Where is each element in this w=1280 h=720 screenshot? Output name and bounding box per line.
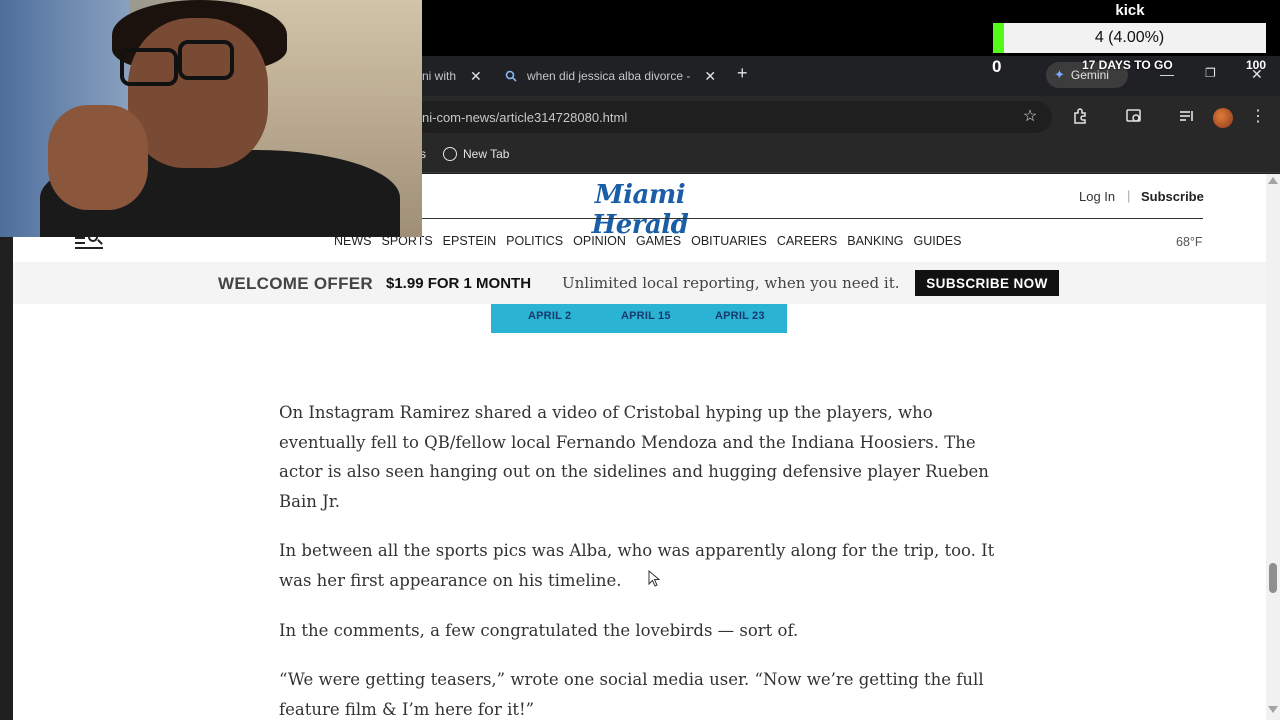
media-icon[interactable] (1177, 107, 1197, 127)
article-body: On Instagram Ramirez shared a video of C… (279, 398, 1009, 720)
nav-opinion[interactable]: OPINION (573, 234, 626, 248)
ad-date: APRIL 15 (621, 310, 671, 322)
section-nav: NEWS SPORTS EPSTEIN POLITICS OPINION GAM… (334, 234, 961, 248)
lens-icon[interactable] (1124, 107, 1144, 127)
sub-goal-min: 0 (992, 57, 1002, 76)
offer-title: WELCOME OFFER (218, 274, 373, 293)
nav-careers[interactable]: CAREERS (777, 234, 837, 248)
profile-avatar[interactable] (1213, 108, 1233, 128)
mouse-cursor-icon (648, 570, 661, 587)
tab-title: ni with (422, 69, 457, 83)
article-paragraph: In the comments, a few congratulated the… (279, 620, 799, 640)
gemini-icon: ✦ (1054, 67, 1065, 82)
tab-title: when did jessica alba divorce - (527, 69, 691, 83)
sub-goal-days-left: 17 DAYS TO GO (1082, 58, 1173, 72)
search-icon (505, 70, 517, 82)
header-divider (422, 218, 1203, 219)
article-paragraph: In between all the sports pics was Alba,… (279, 541, 995, 590)
extensions-icon[interactable] (1071, 107, 1091, 127)
subscribe-now-button[interactable]: SUBSCRIBE NOW (915, 270, 1059, 296)
nav-games[interactable]: GAMES (636, 234, 681, 248)
login-link[interactable]: Log In (1079, 189, 1115, 204)
star-icon[interactable]: ☆ (1020, 107, 1040, 127)
nav-obituaries[interactable]: OBITUARIES (691, 234, 767, 248)
subscribe-link[interactable]: Subscribe (1141, 189, 1204, 204)
tab-miami-herald[interactable]: ni with ✕ (422, 62, 482, 90)
page-scrollbar[interactable] (1266, 174, 1280, 720)
sub-goal-progress: 4 (4.00%) (1094, 29, 1165, 46)
restore-button[interactable]: ❐ (1205, 66, 1216, 80)
more-icon[interactable]: ⋮ (1248, 107, 1268, 127)
bookmark-new-tab[interactable]: New Tab (443, 147, 509, 161)
article-paragraph: “We were getting teasers,” wrote one soc… (279, 670, 984, 719)
ad-date: APRIL 2 (528, 310, 572, 322)
advertisement[interactable]: APRIL 2 APRIL 15 APRIL 23 (491, 304, 787, 333)
tab-search[interactable]: when did jessica alba divorce - ✕ (505, 62, 716, 90)
weather-temperature[interactable]: 68°F (1176, 235, 1203, 249)
nav-epstein[interactable]: EPSTEIN (443, 234, 497, 248)
nav-guides[interactable]: GUIDES (914, 234, 962, 248)
nav-banking[interactable]: BANKING (847, 234, 903, 248)
webcam-overlay (0, 0, 422, 237)
article-paragraph: On Instagram Ramirez shared a video of C… (279, 403, 989, 511)
scroll-up-icon[interactable] (1268, 177, 1278, 184)
ad-date: APRIL 23 (715, 310, 765, 322)
close-tab-icon[interactable]: ✕ (470, 68, 482, 85)
new-tab-button[interactable]: + (737, 63, 748, 84)
header-separator: | (1127, 188, 1131, 203)
close-tab-icon[interactable]: ✕ (704, 68, 716, 85)
bookmark-label: New Tab (463, 147, 510, 161)
sub-goal-max: 100 (1246, 58, 1267, 72)
scroll-thumb[interactable] (1269, 563, 1277, 593)
url-text[interactable]: ni-com-news/article314728080.html (422, 110, 627, 125)
offer-price: $1.99 FOR 1 MONTH (386, 275, 532, 292)
globe-icon (443, 147, 457, 161)
nav-politics[interactable]: POLITICS (506, 234, 563, 248)
scroll-down-icon[interactable] (1268, 706, 1278, 713)
sub-goal-label: kick (1115, 2, 1145, 19)
site-logo[interactable]: Miami Herald (550, 180, 730, 240)
offer-description: Unlimited local reporting, when you need… (562, 274, 900, 292)
